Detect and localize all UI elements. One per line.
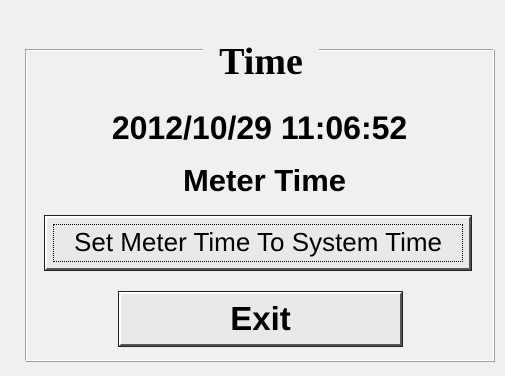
exit-button[interactable]: Exit bbox=[118, 291, 403, 347]
meter-time-label: Meter Time bbox=[182, 163, 347, 198]
set-meter-time-button-label: Set Meter Time To System Time bbox=[74, 227, 442, 257]
exit-button-label: Exit bbox=[230, 300, 291, 337]
time-dialog: Time 2012/10/29 11:06:52 Meter Time Set … bbox=[0, 0, 505, 376]
system-datetime-value: 2012/10/29 11:06:52 bbox=[111, 110, 408, 146]
set-meter-time-button[interactable]: Set Meter Time To System Time bbox=[44, 215, 472, 271]
group-box-title: Time bbox=[203, 40, 319, 84]
